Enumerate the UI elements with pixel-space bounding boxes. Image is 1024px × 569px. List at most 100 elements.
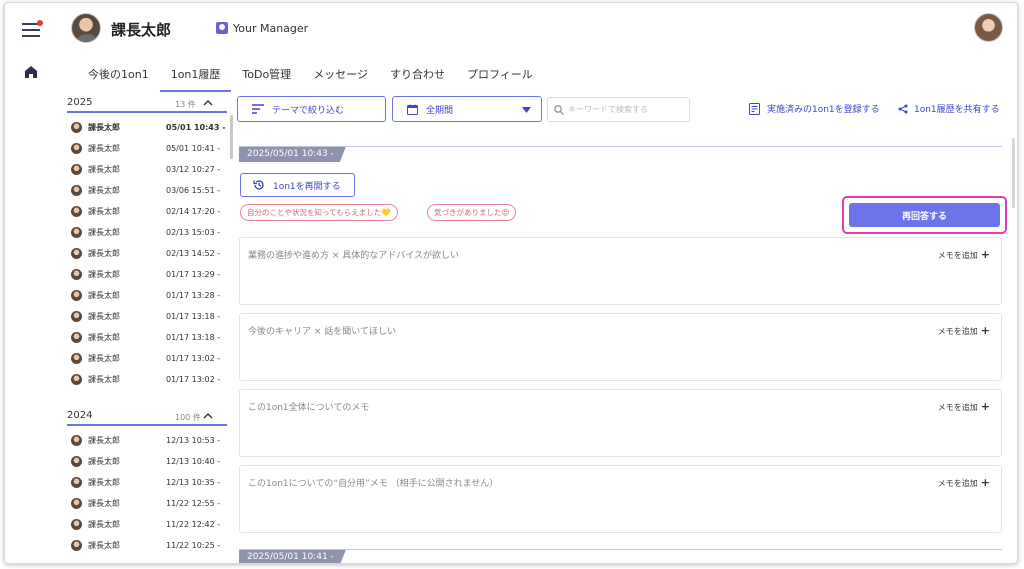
history-item-name: 課長太郎 [88,457,120,466]
history-item-date: 02/13 15:03 - [166,228,221,237]
memo-title: この1on1全体についてのメモ [248,403,370,413]
main-scrollbar[interactable] [1012,138,1015,208]
add-memo-button[interactable]: メモを追加 + [938,248,990,261]
reanswer-highlight: 再回答する [842,196,1007,234]
history-item-name: 課長太郎 [88,354,120,363]
tab-messages[interactable]: メッセージ [302,63,379,92]
avatar [71,290,82,301]
year-header[interactable]: 2025 13 件 [67,95,227,113]
history-item[interactable]: 課長太郎 01/17 13:02 - [67,369,227,390]
user-name: 課長太郎 [111,21,172,39]
history-item-date: 01/17 13:29 - [166,270,221,279]
year-label: 2024 [67,410,93,421]
search-input[interactable] [568,105,683,114]
avatar [71,540,82,551]
history-item[interactable]: 課長太郎 11/22 12:55 - [67,493,227,514]
history-item[interactable]: 課長太郎 11/22 12:42 - [67,514,227,535]
history-item[interactable]: 課長太郎 05/01 10:43 - [67,117,227,138]
avatar [71,519,82,530]
plus-icon: + [980,476,990,489]
history-item-name: 課長太郎 [88,291,120,300]
history-item[interactable]: 課長太郎 03/12 10:27 - [67,159,227,180]
history-item-date: 12/13 10:40 - [166,457,221,466]
history-item-name: 課長太郎 [88,333,120,342]
avatar [71,435,82,446]
register-done-1on1-link[interactable]: 実施済みの1on1を登録する [749,102,880,115]
chevron-up-icon[interactable] [203,411,213,421]
history-item-name: 課長太郎 [88,375,120,384]
chevron-up-icon[interactable] [203,98,213,108]
history-item[interactable]: 課長太郎 12/13 10:53 - [67,430,227,451]
history-item[interactable]: 課長太郎 02/13 14:52 - [67,243,227,264]
avatar [71,185,82,196]
theme-filter-button[interactable]: テーマで絞り込む [237,96,386,122]
avatar [71,248,82,259]
add-memo-button[interactable]: メモを追加 + [938,400,990,413]
history-item-name: 課長太郎 [88,249,120,258]
share-history-link[interactable]: 1on1履歴を共有する [898,102,1000,115]
history-item[interactable]: 課長太郎 02/14 17:20 - [67,201,227,222]
share-icon [898,104,908,113]
history-item[interactable]: 課長太郎 01/17 13:18 - [67,327,227,348]
share-link-label: 1on1履歴を共有する [914,105,1000,115]
session-header: 2025/05/01 10:43 - [239,146,1002,162]
history-item-date: 05/01 10:43 - [166,123,226,132]
avatar [71,206,82,217]
history-item[interactable]: 課長太郎 03/06 15:51 - [67,180,227,201]
history-item[interactable]: 課長太郎 01/17 13:02 - [67,348,227,369]
year-label: 2025 [67,97,93,108]
history-item-name: 課長太郎 [88,478,120,487]
avatar [71,498,82,509]
tab-todo[interactable]: ToDo管理 [231,63,302,92]
avatar [71,456,82,467]
avatar [71,164,82,175]
history-item-date: 02/13 14:52 - [166,249,221,258]
history-item-date: 02/14 17:20 - [166,207,221,216]
feedback-chip: 自分のことや状況を知ってもらえました💛 [240,204,398,221]
history-item-date: 01/17 13:18 - [166,333,221,342]
resume-1on1-button[interactable]: 1on1を再開する [240,173,355,197]
history-item-name: 課長太郎 [88,541,120,550]
add-memo-button[interactable]: メモを追加 + [938,476,990,489]
tab-profile[interactable]: プロフィール [456,63,544,92]
period-label: 全期間 [426,105,454,116]
period-select[interactable]: 全期間 [392,96,542,122]
avatar [71,311,82,322]
memo-title: 業務の進捗や進め方 × 具体的なアドバイスが欲しい [248,251,459,261]
main-tabs: 今後の1on1 1on1履歴 ToDo管理 メッセージ すり合わせ プロフィール [77,63,544,92]
add-memo-button[interactable]: メモを追加 + [938,324,990,337]
tab-alignment[interactable]: すり合わせ [379,63,456,92]
year-header[interactable]: 2024 100 件 [67,408,227,426]
history-item-date: 11/22 10:25 - [166,541,221,550]
history-item-date: 03/06 15:51 - [166,186,221,195]
history-item-date: 03/12 10:27 - [166,165,221,174]
history-item-date: 01/17 13:02 - [166,354,221,363]
history-item[interactable]: 課長太郎 01/17 13:28 - [67,285,227,306]
tab-upcoming[interactable]: 今後の1on1 [77,63,160,92]
history-item-date: 12/13 10:53 - [166,436,221,445]
reanswer-button[interactable]: 再回答する [849,203,1000,227]
home-icon[interactable] [24,65,38,79]
history-item[interactable]: 課長太郎 02/13 15:03 - [67,222,227,243]
history-item-name: 課長太郎 [88,165,120,174]
plus-icon: + [980,324,990,337]
session-datetime: 2025/05/01 10:43 - [239,147,346,162]
memo-title: この1on1についての“自分用”メモ （相手に公開されません） [248,479,499,489]
history-item-name: 課長太郎 [88,312,120,321]
history-item[interactable]: 課長太郎 12/13 10:35 - [67,472,227,493]
history-item[interactable]: 課長太郎 01/17 13:29 - [67,264,227,285]
search-box[interactable] [547,97,690,122]
avatar [71,227,82,238]
menu-icon[interactable] [22,20,43,37]
tab-history[interactable]: 1on1履歴 [159,63,232,92]
history-item[interactable]: 課長太郎 05/01 10:41 - [67,138,227,159]
history-item[interactable]: 課長太郎 01/17 13:18 - [67,306,227,327]
history-item-date: 12/13 10:35 - [166,478,221,487]
next-session-datetime: 2025/05/01 10:41 - [239,550,346,564]
sidebar-scrollbar[interactable] [230,115,233,159]
history-item[interactable]: 課長太郎 12/13 10:40 - [67,451,227,472]
avatar [71,269,82,280]
avatar [71,332,82,343]
history-item[interactable]: 課長太郎 11/22 10:25 - [67,535,227,556]
account-avatar[interactable] [974,13,1003,42]
